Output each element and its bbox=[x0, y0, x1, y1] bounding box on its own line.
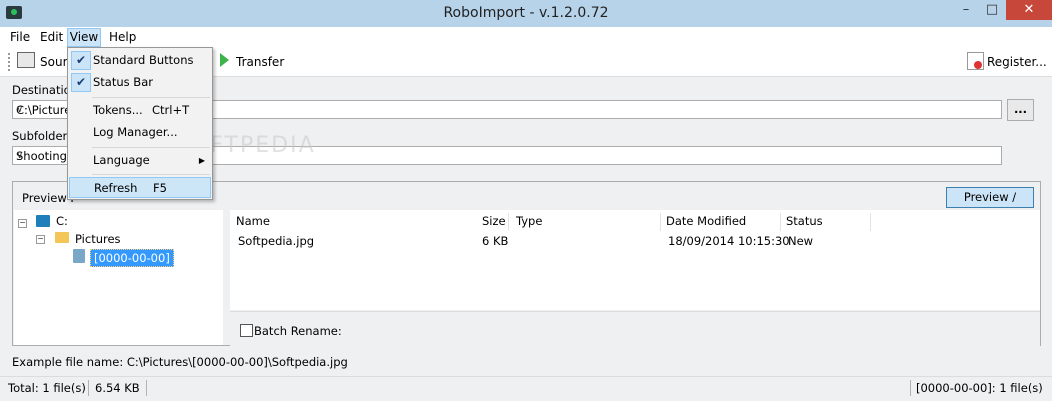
collapse-icon[interactable]: − bbox=[36, 235, 45, 244]
tree-node-date-folder[interactable]: [0000-00-00] bbox=[90, 249, 174, 267]
window-title: RoboImport - v.1.2.0.72 bbox=[443, 5, 609, 21]
tree-node-drive[interactable]: C: bbox=[56, 214, 68, 228]
column-header-date[interactable]: Date Modified bbox=[666, 214, 746, 228]
column-header-name[interactable]: Name bbox=[236, 214, 270, 228]
title-bar: RoboImport - v.1.2.0.72 – □ ✕ bbox=[0, 0, 1052, 27]
column-header-type[interactable]: Type bbox=[516, 214, 542, 228]
status-divider bbox=[146, 380, 147, 396]
column-header-size[interactable]: Size bbox=[482, 214, 506, 228]
status-bar: Total: 1 file(s) 6.54 KB [0000-00-00]: 1… bbox=[0, 376, 1052, 401]
source-button[interactable]: Sour bbox=[40, 54, 68, 70]
splitter[interactable] bbox=[223, 210, 230, 345]
menu-file[interactable]: File bbox=[8, 29, 32, 46]
folder-icon bbox=[55, 232, 69, 243]
file-grid: Name Size Type Date Modified Status Soft… bbox=[230, 210, 1040, 310]
collapse-icon[interactable]: − bbox=[18, 219, 27, 228]
menu-separator bbox=[92, 174, 210, 175]
menu-separator bbox=[92, 97, 210, 98]
menu-item-tokens[interactable]: Tokens... Ctrl+T bbox=[69, 100, 211, 121]
menu-item-log-manager[interactable]: Log Manager... bbox=[69, 122, 211, 143]
cell-status: New bbox=[788, 234, 814, 248]
status-total: Total: 1 file(s) bbox=[8, 381, 86, 395]
close-button[interactable]: ✕ bbox=[1006, 0, 1052, 20]
menu-view[interactable]: View bbox=[67, 28, 101, 47]
cell-date: 18/09/2014 10:15:30 bbox=[668, 234, 790, 248]
subfolders-label: Subfolders bbox=[12, 129, 74, 143]
toolbar-grip[interactable] bbox=[8, 53, 12, 71]
menu-bar: File Edit View Help bbox=[0, 27, 1052, 48]
register-button[interactable]: Register... bbox=[987, 54, 1047, 70]
menu-item-status-bar[interactable]: ✔ Status Bar bbox=[69, 72, 211, 93]
register-icon bbox=[967, 52, 984, 70]
submenu-arrow-icon: ▶ bbox=[198, 156, 205, 165]
menu-help[interactable]: Help bbox=[107, 29, 138, 46]
example-label: Example file name: bbox=[12, 355, 124, 369]
status-divider bbox=[910, 380, 911, 396]
menu-separator bbox=[92, 147, 210, 148]
tree-node-pictures[interactable]: Pictures bbox=[75, 232, 121, 246]
cell-size: 6 KB bbox=[482, 234, 509, 248]
column-divider[interactable] bbox=[780, 213, 781, 231]
menu-edit[interactable]: Edit bbox=[38, 29, 65, 46]
example-value: C:\Pictures\[0000-00-00]\Softpedia.jpg bbox=[126, 355, 348, 369]
browse-button[interactable]: ... bbox=[1007, 99, 1034, 121]
checkmark-icon: ✔ bbox=[71, 73, 91, 92]
transfer-icon bbox=[220, 53, 229, 67]
checkmark-icon: ✔ bbox=[71, 51, 91, 70]
folder-tree[interactable]: − C: − Pictures [0000-00-00] bbox=[14, 210, 223, 345]
example-filename: Example file name: C:\Pictures\[0000-00-… bbox=[12, 355, 348, 369]
column-divider[interactable] bbox=[660, 213, 661, 231]
cell-name: Softpedia.jpg bbox=[238, 234, 315, 248]
menu-item-standard-buttons[interactable]: ✔ Standard Buttons bbox=[69, 50, 211, 71]
source-icon bbox=[17, 52, 35, 68]
status-size: 6.54 KB bbox=[95, 381, 140, 395]
folder-open-icon bbox=[73, 249, 85, 263]
column-header-status[interactable]: Status bbox=[786, 214, 823, 228]
transfer-button[interactable]: Transfer bbox=[236, 54, 284, 70]
status-divider bbox=[88, 380, 89, 396]
status-folder-count: [0000-00-00]: 1 file(s) bbox=[916, 381, 1043, 395]
column-divider[interactable] bbox=[508, 213, 509, 231]
column-divider[interactable] bbox=[870, 213, 871, 231]
preview-zoom-button[interactable]: Preview / 100% bbox=[946, 187, 1034, 223]
drive-icon bbox=[36, 215, 50, 227]
view-menu-dropdown: ✔ Standard Buttons ✔ Status Bar Tokens..… bbox=[67, 47, 213, 200]
batch-rename-checkbox[interactable] bbox=[240, 324, 253, 337]
batch-rename-label: Batch Rename: bbox=[254, 324, 342, 338]
menu-item-language[interactable]: Language ▶ bbox=[69, 150, 211, 171]
app-window: RoboImport - v.1.2.0.72 – □ ✕ File Edit … bbox=[0, 0, 1052, 401]
batch-rename-bar: Batch Rename: bbox=[230, 311, 1040, 346]
menu-item-refresh[interactable]: Refresh F5 bbox=[69, 177, 211, 198]
